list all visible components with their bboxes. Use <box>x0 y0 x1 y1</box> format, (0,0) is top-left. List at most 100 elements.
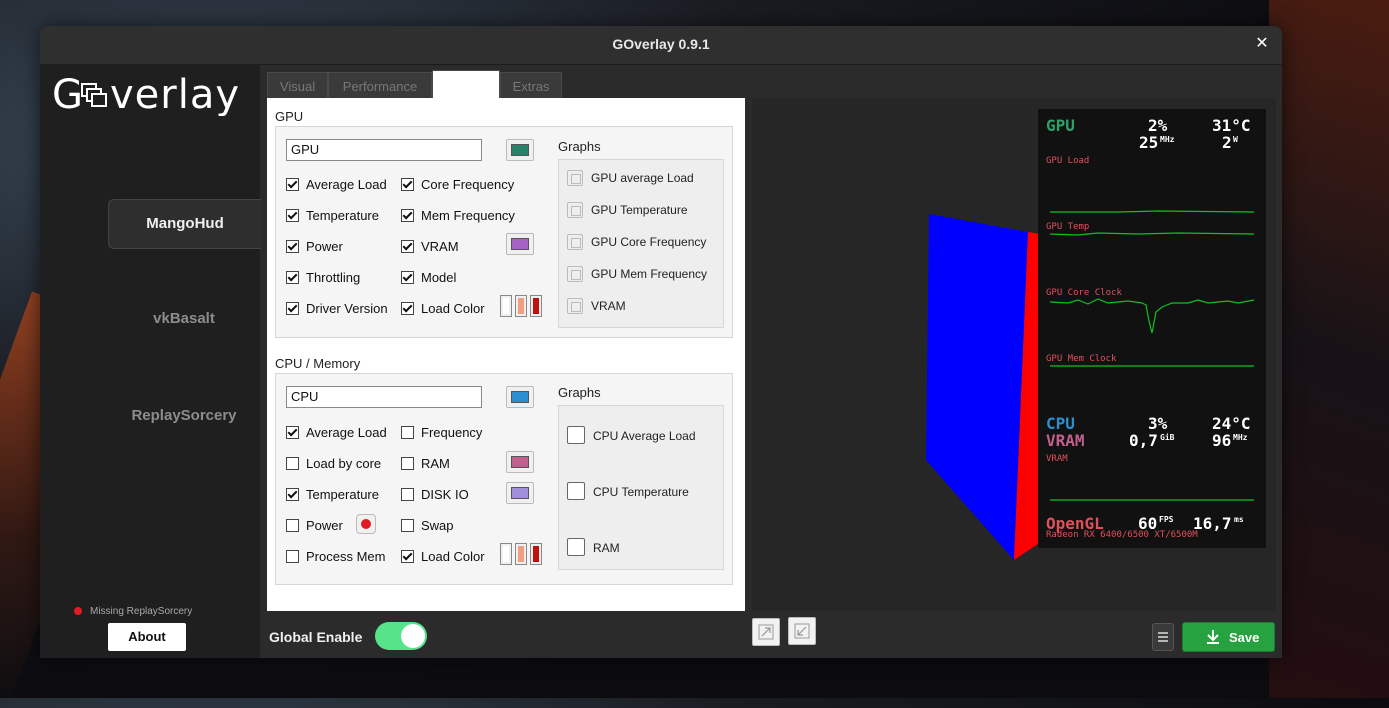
save-label: Save <box>1229 630 1260 645</box>
shrink-preview-button[interactable] <box>788 617 816 645</box>
gpu-section-title: GPU <box>275 109 304 124</box>
cpu-graph-ram-checkbox[interactable]: RAM <box>567 538 620 556</box>
sidebar-item-vkbasalt[interactable]: vkBasalt <box>108 295 260 343</box>
load-color-low-button[interactable] <box>500 295 512 317</box>
graph-checkbox-icon <box>567 538 585 556</box>
osd-vram-label: VRAM <box>1046 431 1085 450</box>
gpu-temperature-checkbox[interactable]: Temperature <box>286 208 379 224</box>
graph-label: GPU Mem Frequency <box>591 267 708 281</box>
checkbox-icon <box>286 178 299 191</box>
cpu-graph-average-load-checkbox[interactable]: CPU Average Load <box>567 426 696 444</box>
cpu-process-mem-checkbox[interactable]: Process Mem <box>286 549 385 565</box>
cpu-swap-checkbox[interactable]: Swap <box>401 518 454 534</box>
gpu-vram-color-swatch <box>511 238 529 250</box>
load-color-low-swatch <box>503 298 509 314</box>
sidebar: G verlay MangoHud vkBasalt ReplaySorcery… <box>40 64 261 658</box>
checkbox-icon <box>401 550 414 563</box>
cpu-load-by-core-checkbox[interactable]: Load by core <box>286 456 381 472</box>
tab-metrics[interactable]: Metrics <box>432 70 500 100</box>
graph-checkbox-icon <box>567 298 583 314</box>
tab-extras[interactable]: Extras <box>500 72 562 99</box>
cpu-frequency-checkbox[interactable]: Frequency <box>401 425 482 441</box>
gpu-driver-version-checkbox[interactable]: Driver Version <box>286 301 388 317</box>
checkbox-label: Power <box>306 239 343 254</box>
gpu-model-checkbox[interactable]: Model <box>401 270 456 286</box>
cpu-group: Average Load Load by core Temperature Po… <box>275 373 733 585</box>
load-color-high-button[interactable] <box>530 543 542 565</box>
cpu-disk-io-checkbox[interactable]: DISK IO <box>401 487 469 503</box>
osd-vram-unit: GiB <box>1160 433 1175 442</box>
cpu-power-checkbox[interactable]: Power <box>286 518 343 534</box>
cpu-temperature-checkbox[interactable]: Temperature <box>286 487 379 503</box>
gpu-core-frequency-checkbox[interactable]: Core Frequency <box>401 177 514 193</box>
cpu-disk-color-swatch <box>511 487 529 499</box>
gpu-graph-vram-checkbox[interactable]: VRAM <box>567 298 626 314</box>
gpu-name-input[interactable] <box>286 139 482 161</box>
gpu-vram-checkbox[interactable]: VRAM <box>401 239 459 255</box>
gpu-graph-mem-frequency-checkbox[interactable]: GPU Mem Frequency <box>567 266 707 282</box>
gpu-graph-core-frequency-checkbox[interactable]: GPU Core Frequency <box>567 234 706 250</box>
load-color-low-button[interactable] <box>500 543 512 565</box>
checkbox-label: Model <box>421 270 457 285</box>
checkbox-label: Mem Frequency <box>421 208 515 223</box>
cpu-name-input[interactable] <box>286 386 482 408</box>
cpu-average-load-checkbox[interactable]: Average Load <box>286 425 387 441</box>
close-icon[interactable]: ✕ <box>1252 34 1272 54</box>
metrics-panel: GPU Average Load Temperature Power Throt… <box>267 98 745 611</box>
graph-label: CPU Average Load <box>593 429 696 443</box>
gpu-name-color-button[interactable] <box>506 139 534 161</box>
load-color-mid-button[interactable] <box>515 543 527 565</box>
checkbox-label: Temperature <box>306 208 379 223</box>
checkbox-label: Frequency <box>421 425 483 440</box>
status-message: Missing ReplaySorcery <box>74 606 192 617</box>
cpu-disk-color-button[interactable] <box>506 482 534 504</box>
checkbox-label: Power <box>306 518 343 533</box>
gpu-throttling-checkbox[interactable]: Throttling <box>286 270 360 286</box>
graph-label: GPU Temperature <box>591 203 688 217</box>
cpu-graphs-title: Graphs <box>558 385 601 400</box>
checkbox-label: Load Color <box>421 301 485 316</box>
osd-graph-gpu-core-clock <box>1049 298 1255 334</box>
load-color-low-swatch <box>503 546 509 562</box>
cpu-load-color-checkbox[interactable]: Load Color <box>401 549 485 565</box>
cpu-power-color-button[interactable] <box>356 514 376 534</box>
load-color-mid-swatch <box>518 546 524 562</box>
gpu-graph-average-load-checkbox[interactable]: GPU average Load <box>567 170 694 186</box>
about-button[interactable]: About <box>108 623 186 651</box>
gpu-mem-frequency-checkbox[interactable]: Mem Frequency <box>401 208 515 224</box>
checkbox-icon <box>401 178 414 191</box>
checkbox-icon <box>401 271 414 284</box>
osd-fps-unit: FPS <box>1159 515 1174 524</box>
cpu-power-color-dot <box>361 519 371 529</box>
save-button[interactable]: Save <box>1182 622 1275 652</box>
checkbox-label: RAM <box>421 456 450 471</box>
sidebar-item-mangohud[interactable]: MangoHud <box>108 199 261 249</box>
expand-preview-button[interactable] <box>752 618 780 646</box>
cpu-graph-temperature-checkbox[interactable]: CPU Temperature <box>567 482 689 500</box>
expand-icon <box>758 624 774 640</box>
graph-label: GPU Core Frequency <box>591 235 707 249</box>
cpu-ram-checkbox[interactable]: RAM <box>401 456 450 472</box>
load-color-high-button[interactable] <box>530 295 542 317</box>
checkbox-icon <box>401 426 414 439</box>
sidebar-item-replaysorcery[interactable]: ReplaySorcery <box>108 392 260 440</box>
gpu-load-color-checkbox[interactable]: Load Color <box>401 301 485 317</box>
gpu-vram-color-button[interactable] <box>506 233 534 255</box>
load-color-mid-button[interactable] <box>515 295 527 317</box>
gpu-graph-temperature-checkbox[interactable]: GPU Temperature <box>567 202 688 218</box>
gpu-power-checkbox[interactable]: Power <box>286 239 343 255</box>
checkbox-icon <box>286 240 299 253</box>
global-enable-toggle[interactable] <box>375 622 427 650</box>
checkbox-label: Process Mem <box>306 549 386 564</box>
window-title: GOverlay 0.9.1 <box>612 36 710 52</box>
gpu-average-load-checkbox[interactable]: Average Load <box>286 177 387 193</box>
checkbox-icon <box>401 302 414 315</box>
tab-performance[interactable]: Performance <box>328 72 432 99</box>
menu-button[interactable] <box>1152 623 1174 651</box>
cpu-name-color-button[interactable] <box>506 386 534 408</box>
tab-visual[interactable]: Visual <box>267 72 328 99</box>
checkbox-icon <box>401 209 414 222</box>
checkbox-icon <box>286 519 299 532</box>
cpu-ram-color-button[interactable] <box>506 451 534 473</box>
checkbox-label: Load Color <box>421 549 485 564</box>
